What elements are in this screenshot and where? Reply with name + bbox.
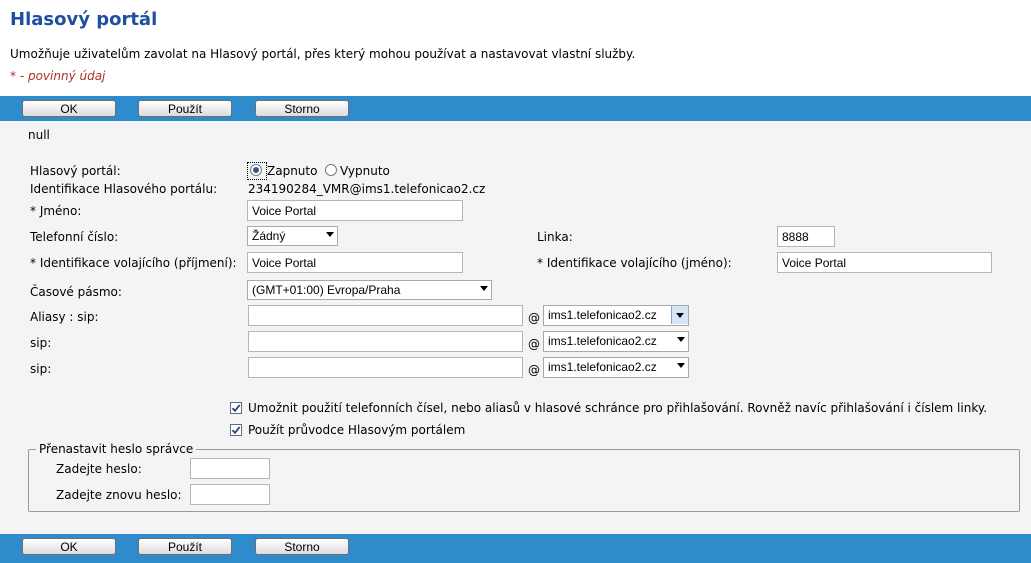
alias-label-2: sip: <box>30 336 52 350</box>
portal-on-label: Zapnuto <box>267 164 318 178</box>
page-description: Umožňuje uživatelům zavolat na Hlasový p… <box>10 47 636 61</box>
chevron-down-icon <box>480 286 488 291</box>
alias-label-1: Aliasy : sip: <box>30 310 99 324</box>
password-label: Zadejte heslo: <box>56 462 142 476</box>
timezone-select-value: (GMT+01:00) Evropa/Praha <box>252 283 401 297</box>
alias-domain-select-2[interactable]: ims1.telefonicao2.cz <box>543 331 689 352</box>
line-input[interactable] <box>777 226 835 247</box>
password-confirm-input[interactable] <box>190 484 270 505</box>
login-option-checkbox[interactable] <box>230 402 242 414</box>
checkmark-icon <box>231 426 241 435</box>
reset-password-fieldset <box>28 449 1020 512</box>
password-input[interactable] <box>190 458 270 479</box>
alias-domain-value-2: ims1.telefonicao2.cz <box>548 334 657 348</box>
bottom-toolbar: OK Použít Storno <box>0 534 1031 563</box>
name-input[interactable] <box>247 200 463 221</box>
wizard-option-label: Použít průvodce Hlasovým portálem <box>248 423 466 437</box>
alias-label-3: sip: <box>30 362 52 376</box>
chevron-down-icon <box>677 337 685 342</box>
caller-last-label: * Identifikace volajícího (příjmení): <box>30 256 237 270</box>
password-confirm-label: Zadejte znovu heslo: <box>56 488 182 502</box>
alias-at-3: @ <box>528 363 540 377</box>
phone-label: Telefonní číslo: <box>30 230 119 244</box>
alias-input-3[interactable] <box>248 357 523 378</box>
alias-at-1: @ <box>528 311 540 325</box>
top-toolbar: OK Použít Storno <box>0 96 1031 121</box>
chevron-down-icon <box>676 313 684 318</box>
line-label: Linka: <box>537 230 573 244</box>
dropdown-button <box>671 306 688 324</box>
chevron-down-icon <box>677 363 685 368</box>
alias-at-2: @ <box>528 337 540 351</box>
apply-button[interactable]: Použít <box>138 100 232 117</box>
phone-select-value: Žádný <box>252 229 286 243</box>
ok-button[interactable]: OK <box>22 100 116 117</box>
portal-off-radio[interactable] <box>325 164 337 176</box>
login-option-label: Umožnit použití telefonních čísel, nebo … <box>248 401 988 415</box>
apply-button[interactable]: Použít <box>138 538 232 555</box>
reset-password-legend: Přenastavit heslo správce <box>36 442 197 456</box>
caller-last-input[interactable] <box>247 252 463 273</box>
timezone-label: Časové pásmo: <box>30 285 122 299</box>
alias-input-2[interactable] <box>248 331 523 352</box>
cancel-button[interactable]: Storno <box>255 538 349 555</box>
portal-off-label: Vypnuto <box>340 164 390 178</box>
alias-domain-value-1: ims1.telefonicao2.cz <box>548 308 657 322</box>
required-note: * - povinný údaj <box>10 69 106 83</box>
alias-input-1[interactable] <box>248 305 523 326</box>
name-label: * Jméno: <box>30 204 82 218</box>
caller-first-input[interactable] <box>777 252 992 273</box>
portal-label: Hlasový portál: <box>30 164 121 178</box>
chevron-down-icon <box>326 232 334 237</box>
alias-domain-value-3: ims1.telefonicao2.cz <box>548 360 657 374</box>
cancel-button[interactable]: Storno <box>255 100 349 117</box>
portal-on-radio[interactable] <box>250 164 262 176</box>
caller-first-label: * Identifikace volajícího (jméno): <box>537 256 732 270</box>
page-title: Hlasový portál <box>10 9 158 30</box>
portal-id-label: Identifikace Hlasového portálu: <box>30 182 218 196</box>
portal-id-value: 234190284_VMR@ims1.telefonicao2.cz <box>248 182 486 196</box>
checkmark-icon <box>231 404 241 413</box>
null-text: null <box>28 128 50 142</box>
wizard-option-checkbox[interactable] <box>230 424 242 436</box>
alias-domain-select-3[interactable]: ims1.telefonicao2.cz <box>543 357 689 378</box>
ok-button[interactable]: OK <box>22 538 116 555</box>
timezone-select[interactable]: (GMT+01:00) Evropa/Praha <box>247 280 492 300</box>
alias-domain-select-1[interactable]: ims1.telefonicao2.cz <box>543 305 689 326</box>
phone-select[interactable]: Žádný <box>247 226 338 246</box>
